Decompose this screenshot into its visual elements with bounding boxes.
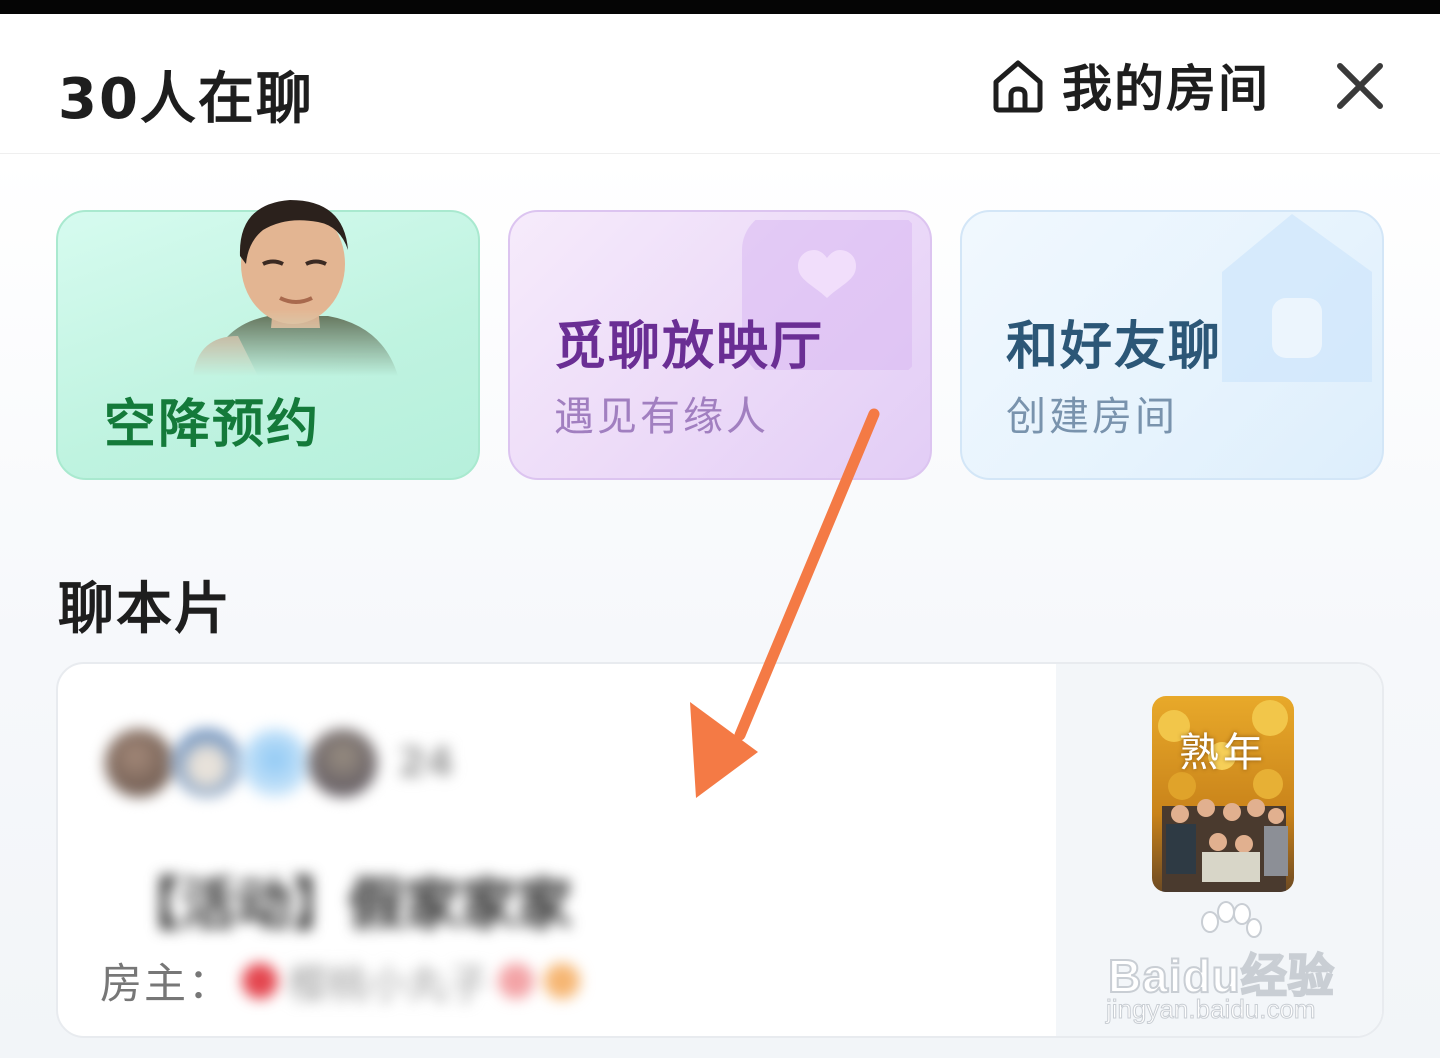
my-room-label: 我的房间 [1062,60,1270,118]
airdrop-card-title: 空降预约 [104,395,321,455]
poster-title: 熟年 [1179,730,1267,776]
badge-icon [498,962,535,999]
member-count: 24 [398,740,454,786]
room-owner-row: 房主： 樱桃小丸子 [100,950,581,1011]
avatar [102,726,176,800]
house-decoration-icon [1222,214,1372,382]
avatar [238,726,312,800]
actor-portrait-image [193,200,398,376]
baidu-watermark: Baidu经验 jingyan.baidu.com [1104,901,1374,1026]
close-icon[interactable] [1330,56,1390,116]
home-icon [993,60,1043,113]
watermark-url: jingyan.baidu.com [1106,994,1317,1025]
status-bar-strip [0,0,1440,14]
header: 30人在聊 我的房间 [0,14,1440,154]
page-title: 30人在聊 [58,67,314,132]
cinema-card-subtitle: 遇见有缘人 [554,394,769,440]
cinema-hall-card[interactable]: 觅聊放映厅 遇见有缘人 [508,210,932,480]
avatar [306,726,380,800]
section-title: 聊本片 [58,577,232,642]
owner-label: 房主： [100,959,233,1008]
badge-icon [544,962,581,999]
cherry-icon [242,962,279,999]
airdrop-reservation-card[interactable]: 空降预约 [56,200,480,480]
chat-with-friends-card[interactable]: 和好友聊 创建房间 [960,210,1384,480]
friends-card-subtitle: 创建房间 [1006,394,1178,440]
owner-name: 樱桃小丸子 [288,961,489,1008]
my-room-button[interactable]: 我的房间 [988,52,1270,118]
cinema-card-title: 觅聊放映厅 [554,317,825,377]
friends-card-title: 和好友聊 [1006,317,1223,377]
room-title: 【活动】假家家家 [124,873,572,938]
movie-poster: 熟年 [1152,696,1294,892]
member-avatars: 24 [102,726,454,800]
avatar [170,726,244,800]
owner-name-group: 樱桃小丸子 [242,952,581,1010]
